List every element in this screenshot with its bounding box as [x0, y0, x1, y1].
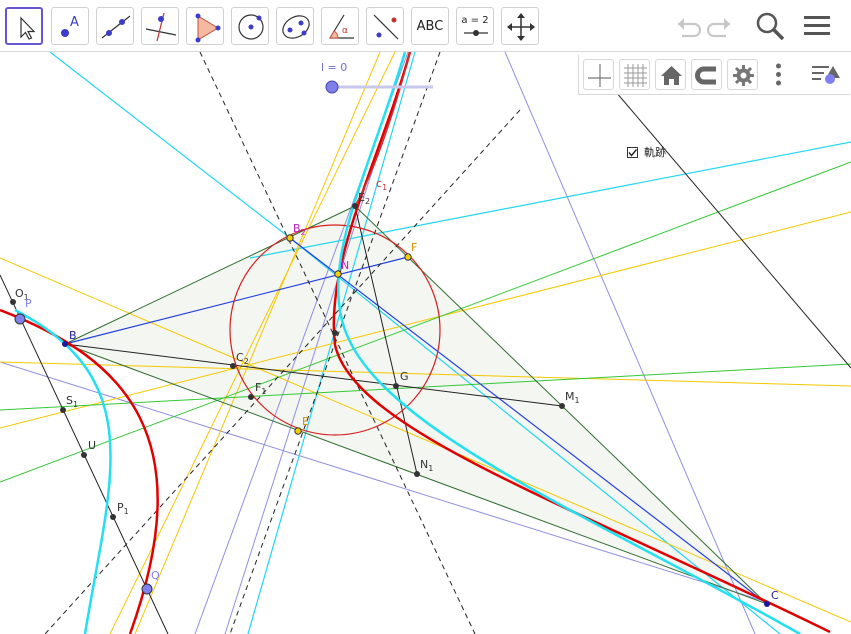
label-P1: P1: [117, 501, 129, 516]
circle-tool-button[interactable]: [231, 7, 269, 45]
checkmark-icon: [628, 148, 638, 157]
point-F[interactable]: [404, 253, 412, 261]
angle-alpha-label: α: [342, 26, 348, 36]
circle-icon: [238, 14, 264, 40]
svg-text:A: A: [70, 15, 79, 30]
angle-icon: α: [329, 14, 354, 39]
trace-checkbox[interactable]: [627, 146, 638, 158]
label-B2: B2: [293, 222, 306, 237]
move-graphics-view-button[interactable]: [501, 7, 539, 45]
label-M1: M1: [565, 390, 580, 405]
point-N1[interactable]: [414, 471, 420, 477]
cyan-locus-left: [14, 308, 112, 634]
point-center[interactable]: [332, 330, 338, 336]
axes-icon: [588, 64, 611, 87]
perpendicular-line-icon: [145, 12, 177, 42]
point-icon: A: [61, 15, 79, 37]
slider-icon: [464, 30, 488, 36]
ellipse-icon: [282, 15, 310, 39]
toolbar: A α ABC a = 2: [0, 0, 851, 52]
point-tool-button[interactable]: A: [51, 7, 89, 45]
home-icon: [661, 66, 682, 85]
text-tool-button[interactable]: ABC: [411, 7, 449, 45]
point-P1[interactable]: [110, 514, 116, 520]
trace-checkbox-label: 軌跡: [644, 146, 666, 159]
style-bar-toggle-button[interactable]: [809, 59, 840, 90]
reflect-tool-button[interactable]: [366, 7, 404, 45]
reflect-icon: [373, 14, 399, 40]
gear-icon: [733, 65, 754, 86]
style-bar-icon: [812, 66, 840, 84]
graphics-style-bar: [578, 55, 850, 95]
slider-knob[interactable]: [325, 80, 339, 94]
line-icon: [101, 15, 131, 39]
triangle-fill: [65, 206, 767, 604]
point-G[interactable]: [393, 383, 399, 389]
hamburger-menu-icon: [804, 16, 830, 35]
angle-tool-button[interactable]: α: [321, 7, 359, 45]
label-P: P: [25, 297, 32, 310]
label-U: U: [88, 439, 96, 452]
label-E: E: [302, 415, 309, 428]
graphics-view[interactable]: B C E2 c1 B2 N F C2 F1 G M1 E N1 O1 P S1…: [0, 52, 851, 634]
label-B: B: [69, 329, 77, 342]
more-vertical-icon: [776, 63, 781, 86]
undo-icon: [678, 18, 702, 38]
point-P[interactable]: [14, 313, 26, 325]
slider-value-label: l = 0: [321, 61, 348, 74]
point-E[interactable]: [294, 427, 302, 435]
point-C[interactable]: [764, 601, 770, 607]
point-capturing-button[interactable]: [691, 59, 722, 90]
slider-tool-button[interactable]: a = 2: [456, 7, 494, 45]
redo-button[interactable]: [704, 8, 740, 44]
toggle-grid-button[interactable]: [619, 59, 650, 90]
point-S1[interactable]: [60, 407, 66, 413]
search-icon: [756, 12, 785, 41]
label-Q: Q: [151, 569, 160, 582]
line-tool-button[interactable]: [96, 7, 134, 45]
point-U[interactable]: [81, 452, 87, 458]
label-G: G: [400, 370, 409, 383]
ellipse-tool-button[interactable]: [276, 7, 314, 45]
point-B[interactable]: [62, 341, 68, 347]
label-E2: E2: [358, 191, 370, 206]
move-cross-icon: [507, 13, 535, 41]
polygon-icon: [195, 13, 221, 43]
label-S1: S1: [66, 394, 78, 409]
cursor-arrow-icon: [20, 16, 36, 40]
search-button[interactable]: [752, 8, 788, 44]
point-F1[interactable]: [248, 394, 254, 400]
label-N: N: [341, 259, 349, 272]
point-Q[interactable]: [141, 583, 153, 595]
standard-view-button[interactable]: [655, 59, 686, 90]
grid-icon: [624, 64, 647, 87]
more-options-button[interactable]: [763, 59, 794, 90]
toggle-axes-button[interactable]: [583, 59, 614, 90]
point-B2[interactable]: [286, 234, 294, 242]
label-F: F: [411, 241, 417, 254]
label-c1: c1: [376, 177, 387, 192]
point-M1[interactable]: [559, 403, 565, 409]
magnet-icon: [695, 66, 716, 85]
trace-checkbox-wrap[interactable]: 軌跡: [627, 144, 666, 160]
redo-icon: [706, 18, 730, 38]
undo-button[interactable]: [668, 8, 704, 44]
main-menu-button[interactable]: [800, 8, 836, 44]
polygon-tool-button[interactable]: [186, 7, 224, 45]
perpendicular-tool-button[interactable]: [141, 7, 179, 45]
text-tool-label: ABC: [416, 18, 444, 34]
move-tool-button[interactable]: [5, 7, 43, 45]
label-C: C: [771, 589, 779, 602]
graphics-settings-button[interactable]: [727, 59, 758, 90]
